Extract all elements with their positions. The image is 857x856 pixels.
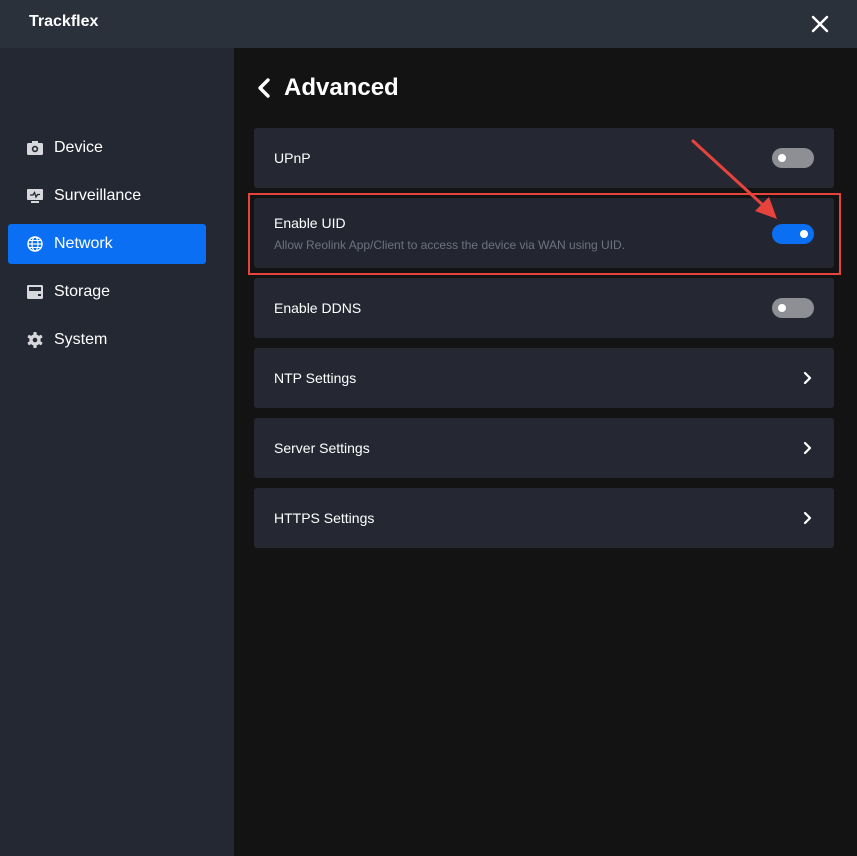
sidebar-item-storage[interactable]: Storage bbox=[8, 272, 206, 312]
chevron-right-icon bbox=[803, 511, 812, 525]
setting-description: Allow Reolink App/Client to access the d… bbox=[274, 238, 626, 252]
setting-label: HTTPS Settings bbox=[274, 510, 375, 526]
gear-icon bbox=[27, 332, 43, 348]
setting-row-server[interactable]: Server Settings bbox=[254, 418, 834, 478]
sidebar-item-system[interactable]: System bbox=[8, 320, 206, 360]
sidebar-item-network[interactable]: Network bbox=[8, 224, 206, 264]
setting-label: Enable DDNS bbox=[274, 300, 362, 316]
enable-uid-toggle[interactable] bbox=[772, 224, 814, 244]
setting-row-enable-ddns: Enable DDNS bbox=[254, 278, 834, 338]
sidebar-item-device[interactable]: Device bbox=[8, 128, 206, 168]
sidebar-item-label: Network bbox=[54, 235, 113, 252]
close-icon bbox=[811, 15, 829, 33]
chevron-left-icon bbox=[258, 78, 270, 98]
setting-row-ntp[interactable]: NTP Settings bbox=[254, 348, 834, 408]
toggle-knob bbox=[778, 304, 786, 312]
sidebar: Device Surveillance Network Storage Syst… bbox=[0, 48, 234, 856]
app-title: Trackflex bbox=[29, 13, 99, 30]
sidebar-item-label: Storage bbox=[54, 283, 111, 300]
toggle-knob bbox=[800, 230, 808, 238]
upnp-toggle[interactable] bbox=[772, 148, 814, 168]
setting-row-upnp: UPnP bbox=[254, 128, 834, 188]
setting-label: Enable UID bbox=[274, 215, 346, 231]
setting-label: NTP Settings bbox=[274, 370, 357, 386]
sidebar-item-label: Surveillance bbox=[54, 187, 142, 204]
setting-row-enable-uid: Enable UID Allow Reolink App/Client to a… bbox=[254, 198, 834, 268]
globe-icon bbox=[27, 236, 43, 252]
toggle-knob bbox=[778, 154, 786, 162]
camera-icon bbox=[27, 141, 43, 155]
monitor-icon bbox=[27, 189, 43, 203]
sidebar-item-surveillance[interactable]: Surveillance bbox=[8, 176, 206, 216]
back-button[interactable] bbox=[254, 76, 274, 100]
setting-row-https[interactable]: HTTPS Settings bbox=[254, 488, 834, 548]
sidebar-item-label: System bbox=[54, 331, 108, 348]
page-title: Advanced bbox=[284, 74, 399, 101]
setting-label: Server Settings bbox=[274, 440, 370, 456]
chevron-right-icon bbox=[803, 371, 812, 385]
close-button[interactable] bbox=[806, 10, 834, 38]
title-bar: Trackflex bbox=[0, 0, 857, 48]
storage-icon bbox=[27, 285, 43, 299]
enable-ddns-toggle[interactable] bbox=[772, 298, 814, 318]
sidebar-item-label: Device bbox=[54, 139, 103, 156]
setting-label: UPnP bbox=[274, 150, 311, 166]
main-panel: Advanced UPnP Enable UID Allow Reolink A… bbox=[234, 48, 857, 856]
chevron-right-icon bbox=[803, 441, 812, 455]
